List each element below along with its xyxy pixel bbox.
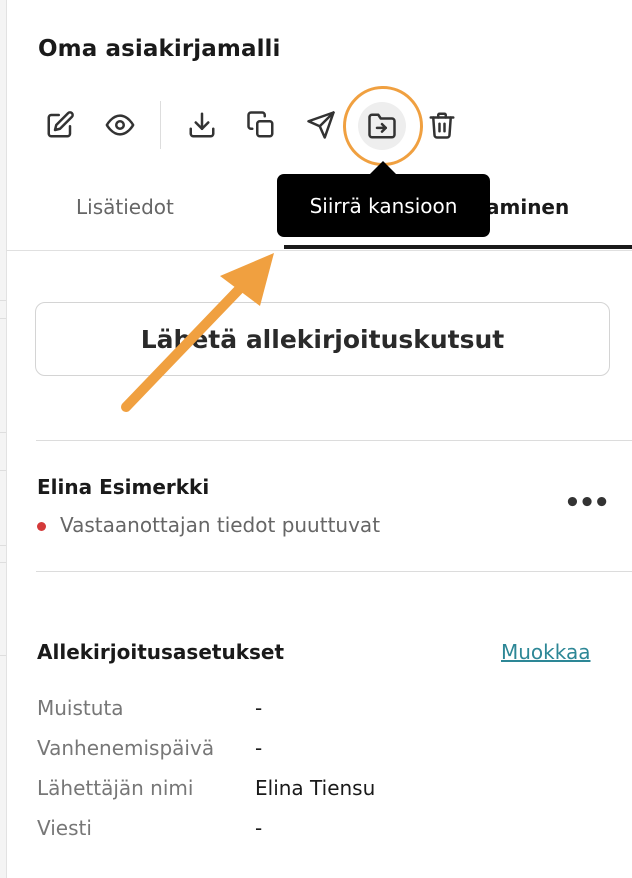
setting-label-message: Viesti: [37, 816, 92, 840]
recipient-name: Elina Esimerkki: [37, 475, 210, 499]
redacted-area: [385, 776, 615, 804]
section-divider: [36, 440, 632, 441]
setting-value-reminder: -: [255, 696, 263, 720]
setting-value-message: -: [255, 816, 263, 840]
more-options-button[interactable]: •••: [564, 488, 610, 518]
setting-value-expiry: -: [255, 736, 263, 760]
send-button-icon[interactable]: [303, 107, 339, 143]
setting-value-sender: Elina Tiensu: [255, 776, 376, 800]
send-invitations-button[interactable]: Lähetä allekirjoituskutsut: [35, 302, 610, 376]
preview-button[interactable]: [102, 107, 138, 143]
status-dot: [37, 522, 46, 531]
move-to-folder-button[interactable]: [358, 102, 406, 150]
edit-settings-link[interactable]: Muokkaa: [501, 640, 591, 664]
edit-button[interactable]: [42, 107, 78, 143]
paper-plane-icon: [307, 111, 335, 139]
setting-label-reminder: Muistuta: [37, 696, 124, 720]
section-divider: [36, 571, 632, 572]
recipient-status: Vastaanottajan tiedot puuttuvat: [60, 513, 381, 537]
document-title: Oma asiakirjamalli: [38, 36, 281, 62]
pencil-square-icon: [47, 111, 74, 138]
copy-icon: [247, 111, 274, 138]
setting-label-expiry: Vanhenemispäivä: [37, 736, 215, 760]
tooltip: Siirrä kansioon: [277, 174, 490, 237]
trash-icon: [429, 112, 455, 139]
folder-arrow-icon: [368, 113, 396, 139]
setting-label-sender: Lähettäjän nimi: [37, 776, 194, 800]
delete-button[interactable]: [424, 107, 460, 143]
eye-icon: [105, 114, 135, 136]
tab-allekirjoittaminen[interactable]: aminen: [486, 195, 569, 219]
download-icon: [189, 112, 215, 138]
download-button[interactable]: [184, 107, 220, 143]
left-panel-edge: [0, 0, 7, 878]
copy-button[interactable]: [243, 107, 279, 143]
tooltip-caret: [369, 161, 397, 175]
settings-title: Allekirjoitusasetukset: [37, 640, 285, 664]
active-tab-indicator: [284, 245, 632, 249]
tab-lisatiedot[interactable]: Lisätiedot: [76, 195, 174, 219]
toolbar-separator: [160, 101, 161, 149]
